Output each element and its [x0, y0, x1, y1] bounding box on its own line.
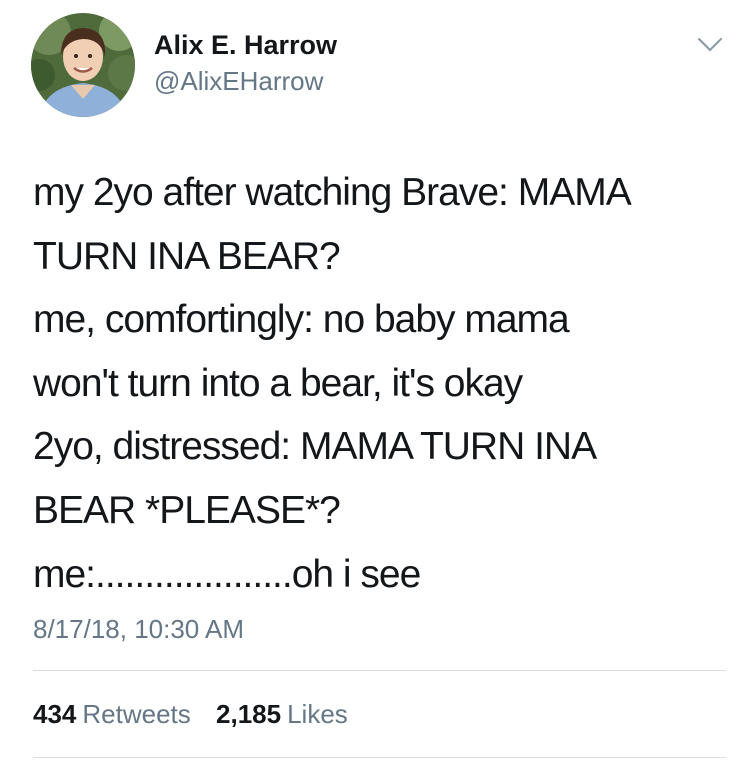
tweet-card: Alix E. Harrow @AlixEHarrow my 2yo after… [0, 0, 750, 763]
author-handle[interactable]: @AlixEHarrow [154, 66, 323, 97]
author-avatar[interactable] [31, 13, 135, 117]
likes-label: Likes [287, 699, 348, 729]
likes-stat[interactable]: 2,185 Likes [216, 699, 348, 730]
author-name[interactable]: Alix E. Harrow [154, 30, 337, 61]
divider [33, 757, 726, 758]
tweet-stats: 434 Retweets 2,185 Likes [33, 699, 348, 730]
divider [33, 670, 726, 671]
tweet-text-line: BEAR *PLEASE*? [33, 488, 341, 532]
tweet-timestamp[interactable]: 8/17/18, 10:30 AM [33, 614, 244, 645]
tweet-text-line: me:....................oh i see [33, 552, 421, 596]
likes-count: 2,185 [216, 699, 282, 729]
retweets-label: Retweets [82, 699, 191, 729]
tweet-text-line: won't turn into a bear, it's okay [33, 361, 523, 405]
tweet-text-line: TURN INA BEAR? [33, 234, 341, 278]
tweet-text-line: my 2yo after watching Brave: MAMA [33, 171, 632, 214]
avatar-photo [31, 13, 135, 117]
tweet-text-line: me, comfortingly: no baby mama [33, 298, 570, 342]
tweet-text-line: 2yo, distressed: MAMA TURN INA [33, 425, 597, 469]
chevron-down-icon[interactable] [694, 32, 726, 56]
retweets-stat[interactable]: 434 Retweets [33, 699, 191, 730]
retweets-count: 434 [33, 699, 77, 729]
tweet-text: my 2yo after watching Brave: MAMA TURN I… [33, 161, 723, 606]
